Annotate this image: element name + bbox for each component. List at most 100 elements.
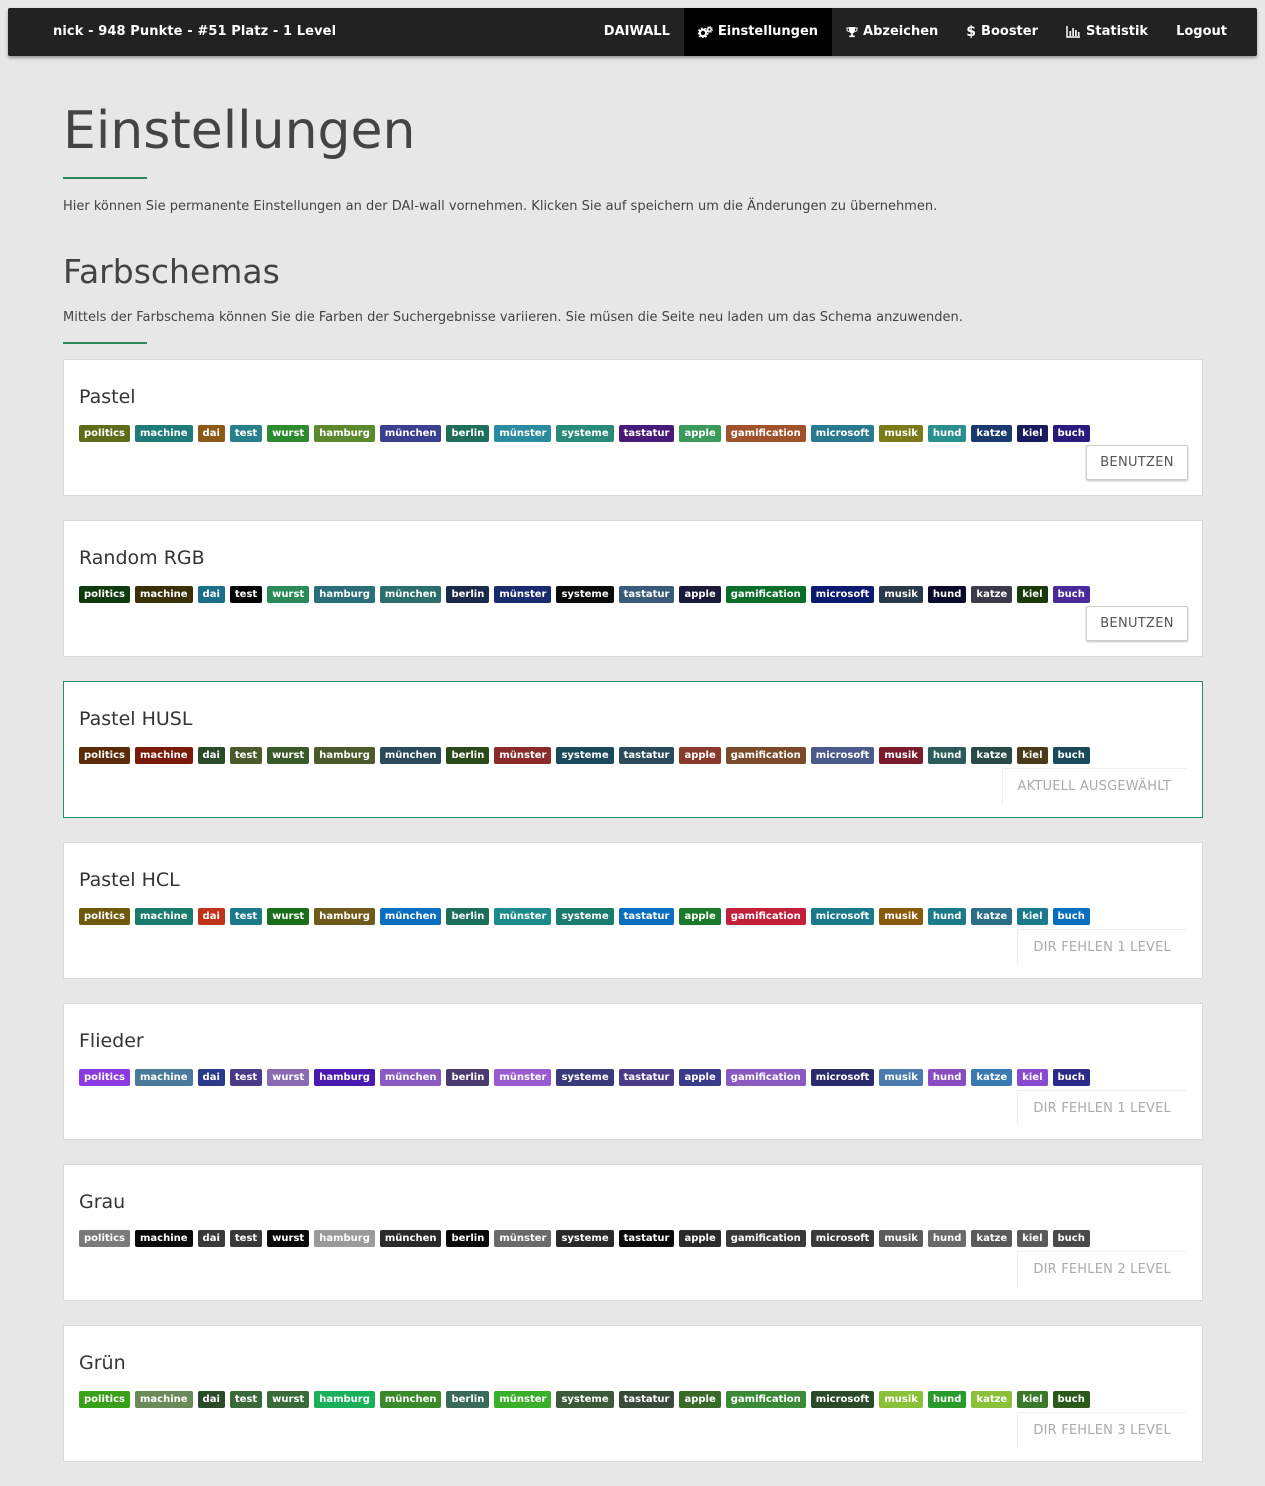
tag-badge: berlin bbox=[446, 425, 490, 442]
scheme-tag-preview: politics machine dai test wurst hamburg münche… bbox=[79, 908, 1090, 925]
scheme-name: Flieder bbox=[79, 1030, 144, 1052]
tag-badge: buch bbox=[1052, 747, 1090, 764]
tag-badge: test bbox=[229, 1230, 263, 1247]
tag-badge: test bbox=[229, 586, 263, 603]
scheme-name: Pastel bbox=[79, 386, 136, 408]
title-divider bbox=[63, 177, 147, 179]
tag-badge: hamburg bbox=[314, 908, 375, 925]
use-scheme-button[interactable]: BENUTZEN bbox=[1086, 445, 1188, 480]
scheme-name: Grün bbox=[79, 1352, 126, 1374]
tag-badge: buch bbox=[1052, 1069, 1090, 1086]
scheme-tag-preview: politics machine dai test wurst hamburg münche… bbox=[79, 425, 1090, 442]
tag-badge: dai bbox=[197, 1391, 225, 1408]
scheme-tag-preview: politics machine dai test wurst hamburg münche… bbox=[79, 1069, 1090, 1086]
tag-badge: dai bbox=[197, 586, 225, 603]
tag-badge: systeme bbox=[556, 1230, 614, 1247]
tag-badge: gamification bbox=[725, 1230, 806, 1247]
tag-badge: münster bbox=[494, 1391, 552, 1408]
tag-badge: microsoft bbox=[810, 908, 875, 925]
tag-badge: politics bbox=[79, 1230, 130, 1247]
tag-badge: tastatur bbox=[618, 1230, 675, 1247]
nav-abzeichen-label: Abzeichen bbox=[863, 24, 939, 39]
tag-badge: berlin bbox=[446, 747, 490, 764]
tag-badge: tastatur bbox=[618, 586, 675, 603]
tag-badge: microsoft bbox=[810, 747, 875, 764]
tag-badge: musik bbox=[879, 747, 923, 764]
tag-badge: politics bbox=[79, 1069, 130, 1086]
tag-badge: katze bbox=[971, 1391, 1013, 1408]
nav-booster[interactable]: $ Booster bbox=[952, 8, 1052, 56]
tag-badge: tastatur bbox=[618, 747, 675, 764]
tag-badge: dai bbox=[197, 747, 225, 764]
selected-status: AKTUELL AUSGEWÄHLT bbox=[1001, 768, 1186, 804]
tag-badge: hund bbox=[927, 1230, 967, 1247]
tag-badge: microsoft bbox=[810, 425, 875, 442]
tag-badge: apple bbox=[679, 586, 721, 603]
tag-badge: hamburg bbox=[314, 747, 375, 764]
tag-badge: kiel bbox=[1017, 425, 1048, 442]
tag-badge: hund bbox=[927, 1069, 967, 1086]
tag-badge: buch bbox=[1052, 1230, 1090, 1247]
nav-daiwall[interactable]: DAIWALL bbox=[590, 8, 684, 56]
tag-badge: machine bbox=[134, 586, 193, 603]
tag-badge: systeme bbox=[556, 908, 614, 925]
tag-badge: apple bbox=[679, 425, 721, 442]
tag-badge: hamburg bbox=[314, 1230, 375, 1247]
locked-status: DIR FEHLEN 3 LEVEL bbox=[1017, 1412, 1186, 1448]
tag-badge: münchen bbox=[379, 1069, 442, 1086]
tag-badge: hamburg bbox=[314, 1391, 375, 1408]
tag-badge: dai bbox=[197, 1230, 225, 1247]
nav-logout[interactable]: Logout bbox=[1162, 8, 1241, 56]
tag-badge: buch bbox=[1052, 425, 1090, 442]
tag-badge: musik bbox=[879, 1391, 923, 1408]
tag-badge: kiel bbox=[1017, 1391, 1048, 1408]
tag-badge: apple bbox=[679, 1230, 721, 1247]
tag-badge: musik bbox=[879, 425, 923, 442]
tag-badge: apple bbox=[679, 1069, 721, 1086]
tag-badge: katze bbox=[971, 586, 1013, 603]
tag-badge: tastatur bbox=[618, 1391, 675, 1408]
tag-badge: tastatur bbox=[618, 425, 675, 442]
nav-statistik[interactable]: Statistik bbox=[1052, 8, 1162, 56]
scheme-name: Pastel HCL bbox=[79, 869, 180, 891]
use-scheme-button[interactable]: BENUTZEN bbox=[1086, 606, 1188, 641]
scheme-name: Grau bbox=[79, 1191, 126, 1213]
tag-badge: katze bbox=[971, 1069, 1013, 1086]
tag-badge: münchen bbox=[379, 1391, 442, 1408]
tag-badge: hund bbox=[927, 908, 967, 925]
tag-badge: hamburg bbox=[314, 586, 375, 603]
nav-einstellungen[interactable]: Einstellungen bbox=[683, 8, 833, 56]
tag-badge: dai bbox=[197, 1069, 225, 1086]
scheme-card: Pastel HCL politics machine dai test wurst ham… bbox=[63, 842, 1203, 979]
tag-badge: test bbox=[229, 425, 263, 442]
nav-abzeichen[interactable]: Abzeichen bbox=[832, 8, 952, 56]
page-title: Einstellungen bbox=[63, 101, 416, 161]
nav-menu: DAIWALL Einstellungen Abzeichen $ Booste… bbox=[590, 8, 1241, 56]
scheme-card: Pastel politics machine dai test wurst hamburg… bbox=[63, 359, 1203, 496]
tag-badge: gamification bbox=[725, 1069, 806, 1086]
tag-badge: politics bbox=[79, 586, 130, 603]
tag-badge: kiel bbox=[1017, 586, 1048, 603]
tag-badge: musik bbox=[879, 908, 923, 925]
tag-badge: berlin bbox=[446, 1069, 490, 1086]
tag-badge: münster bbox=[494, 1230, 552, 1247]
tag-badge: microsoft bbox=[810, 586, 875, 603]
tag-badge: tastatur bbox=[618, 908, 675, 925]
tag-badge: münchen bbox=[379, 908, 442, 925]
user-status: nick - 948 Punkte - #51 Platz - 1 Level bbox=[53, 24, 337, 39]
scheme-card: Random RGB politics machine dai test wurst ham… bbox=[63, 520, 1203, 657]
locked-status: DIR FEHLEN 1 LEVEL bbox=[1017, 1090, 1186, 1126]
tag-badge: buch bbox=[1052, 908, 1090, 925]
tag-badge: wurst bbox=[267, 425, 310, 442]
tag-badge: katze bbox=[971, 908, 1013, 925]
tag-badge: systeme bbox=[556, 747, 614, 764]
tag-badge: microsoft bbox=[810, 1391, 875, 1408]
section-title-farbschemas: Farbschemas bbox=[63, 252, 280, 291]
bar-chart-icon bbox=[1066, 26, 1081, 38]
tag-badge: hund bbox=[927, 586, 967, 603]
tag-badge: katze bbox=[971, 747, 1013, 764]
tag-badge: machine bbox=[134, 1069, 193, 1086]
tag-badge: wurst bbox=[267, 747, 310, 764]
tag-badge: politics bbox=[79, 425, 130, 442]
tag-badge: gamification bbox=[725, 425, 806, 442]
